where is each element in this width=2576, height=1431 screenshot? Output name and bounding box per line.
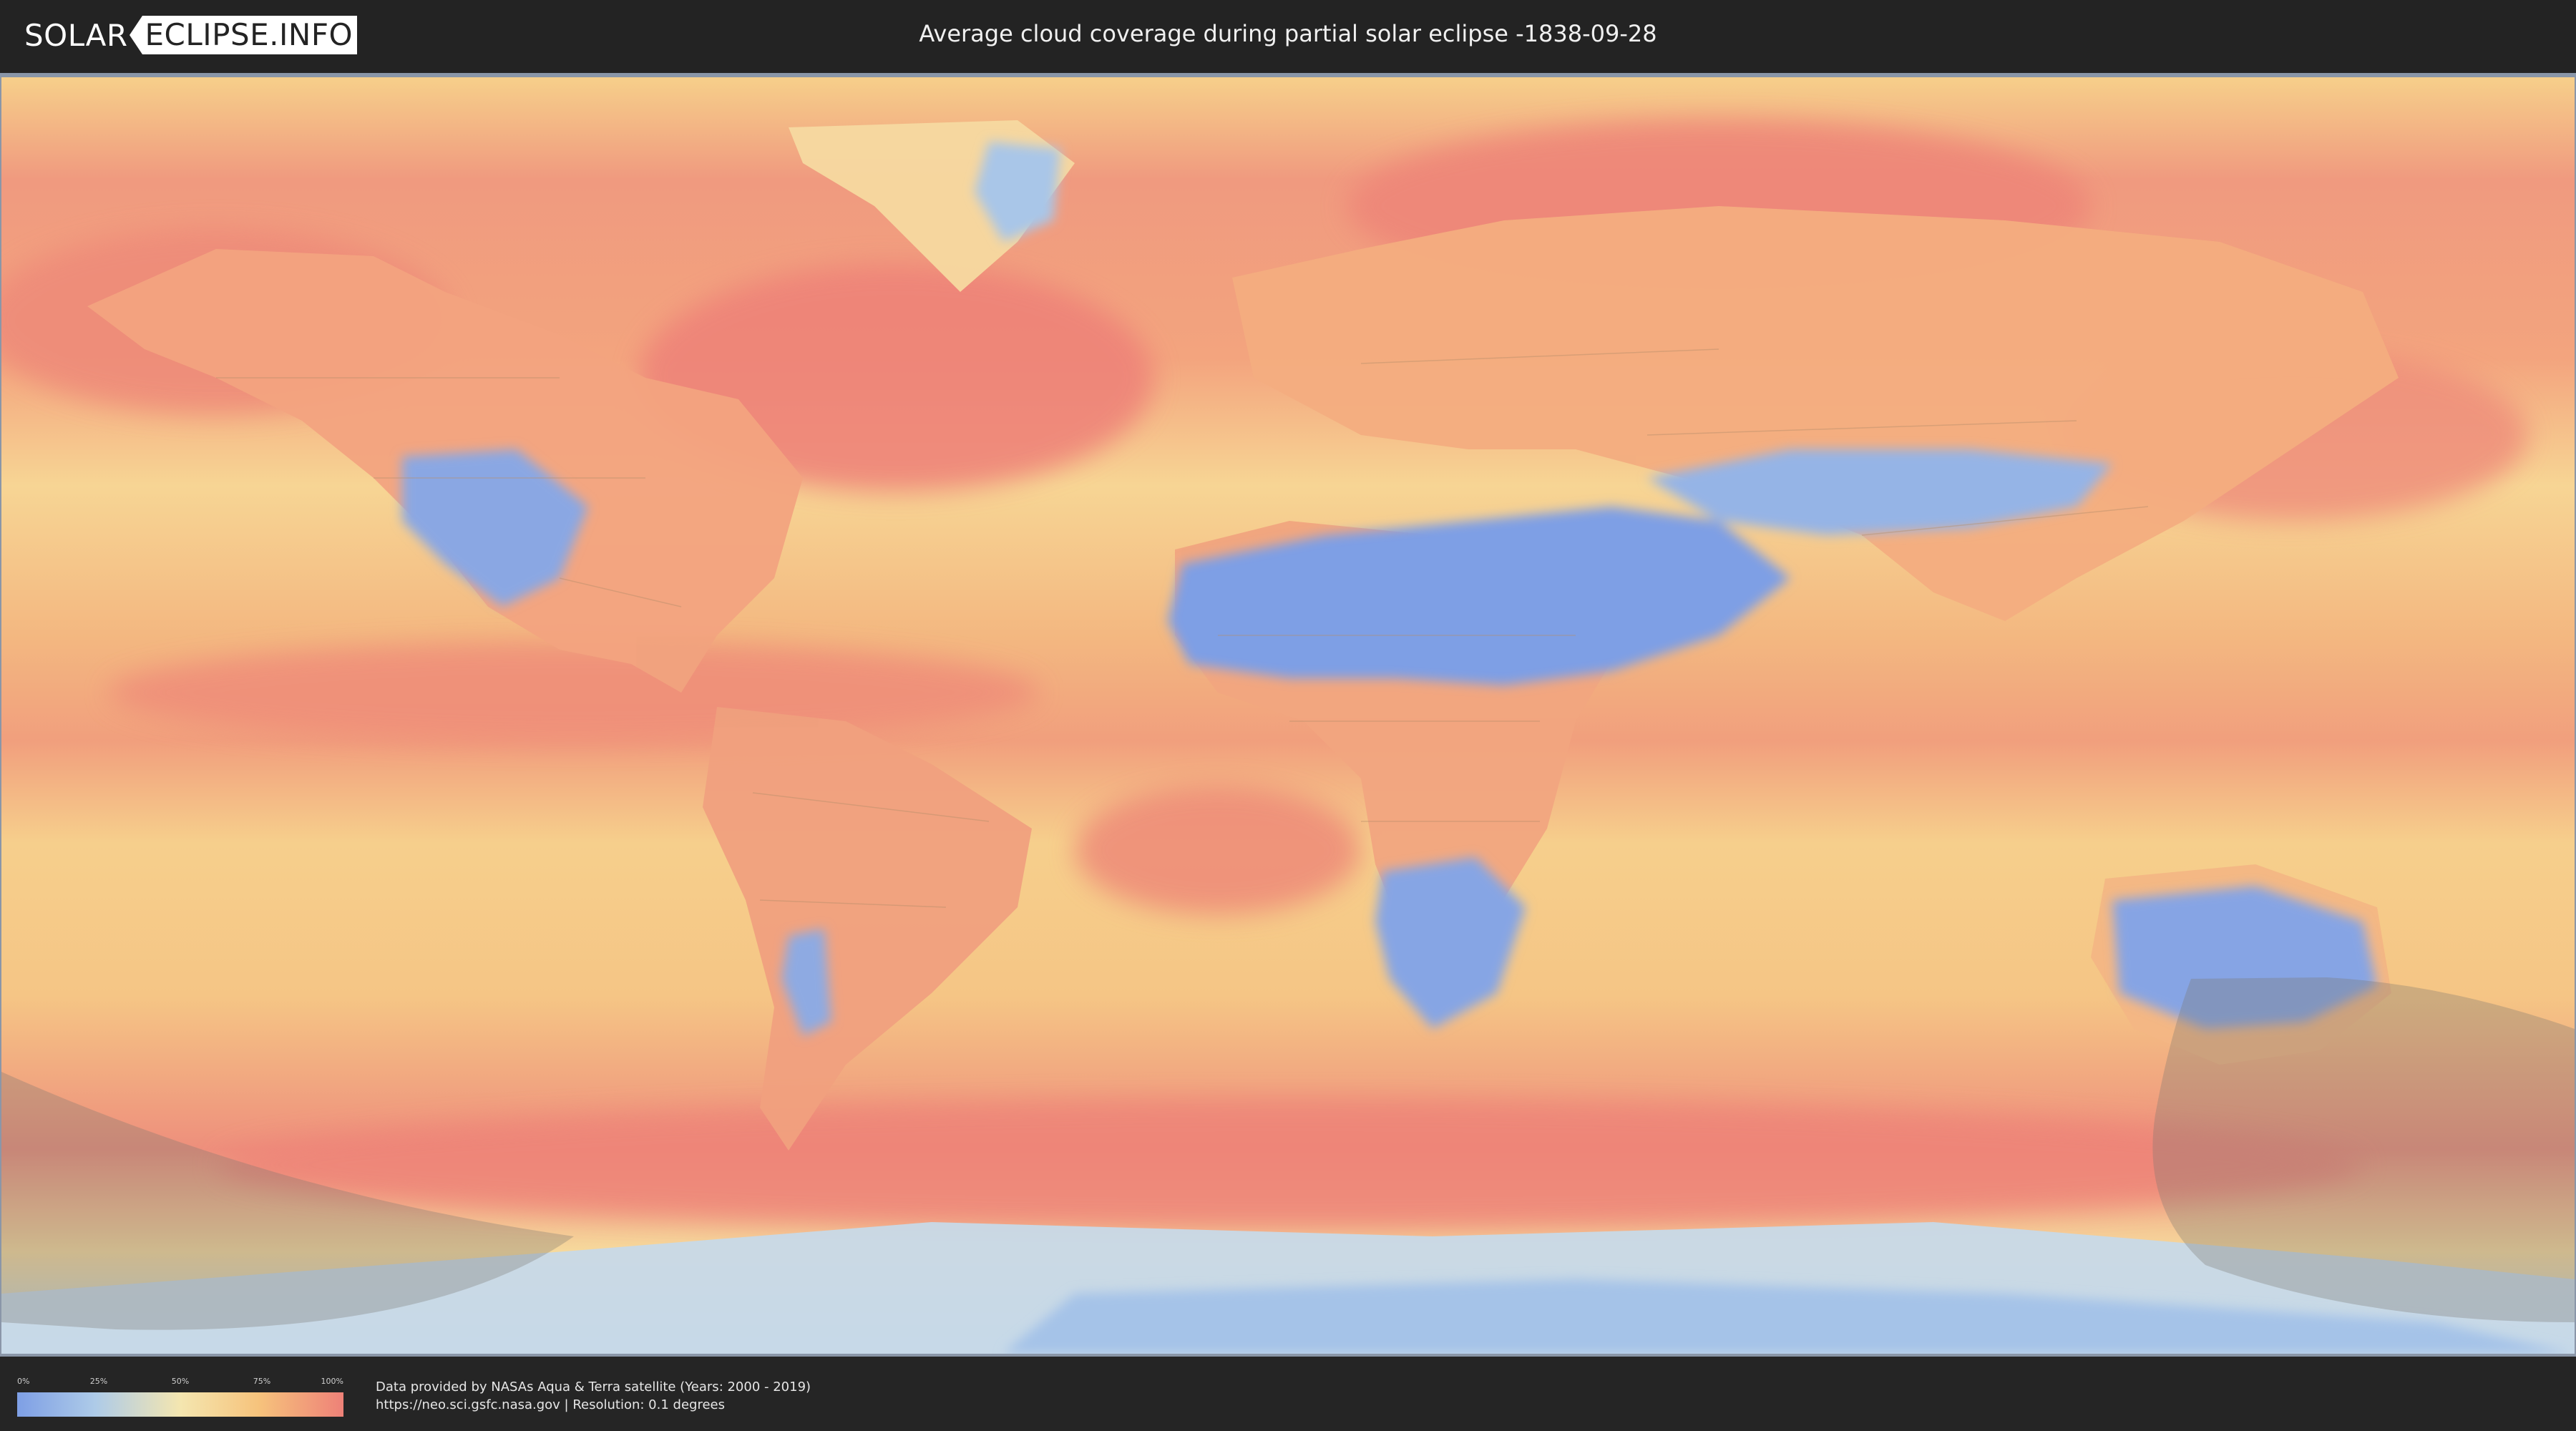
app-root: SOLAR ECLIPSE.INFO Average cloud coverag… (0, 0, 2576, 1431)
cloud-band-itcz (109, 643, 1039, 743)
logo-arrow-icon (129, 16, 142, 54)
credit-line: Data provided by NASAs Aqua & Terra sate… (376, 1379, 811, 1395)
legend-tick-row: 0% 25% 50% 75% 100% (17, 1377, 343, 1392)
site-logo[interactable]: SOLAR ECLIPSE.INFO (24, 16, 358, 54)
data-credits: Data provided by NASAs Aqua & Terra sate… (376, 1378, 811, 1414)
footer-bar: 0% 25% 50% 75% 100% Data provided by NAS… (0, 1357, 2576, 1431)
cloud-map-graphic (1, 77, 2575, 1354)
cloud-coverage-map[interactable] (1, 77, 2575, 1354)
legend-tick-0: 0% (17, 1377, 30, 1386)
source-line[interactable]: https://neo.sci.gsfc.nasa.gov | Resoluti… (376, 1396, 811, 1414)
logo-text-eclipse-info: ECLIPSE.INFO (142, 16, 358, 54)
legend-tick-75: 75% (253, 1377, 271, 1386)
header-bar: SOLAR ECLIPSE.INFO Average cloud coverag… (0, 0, 2576, 72)
legend-tick-100: 100% (321, 1377, 343, 1386)
legend-tick-50: 50% (171, 1377, 190, 1386)
cloud-band-southern-ocean (216, 1100, 2363, 1229)
logo-text-solar: SOLAR (24, 17, 128, 53)
page-title: Average cloud coverage during partial so… (919, 20, 1657, 47)
map-frame (0, 73, 2576, 1357)
cloud-coverage-legend: 0% 25% 50% 75% 100% (17, 1377, 343, 1427)
legend-tick-25: 25% (89, 1377, 108, 1386)
cloud-band-southeast-atlantic (1075, 786, 1361, 914)
legend-gradient-bar (17, 1392, 343, 1417)
